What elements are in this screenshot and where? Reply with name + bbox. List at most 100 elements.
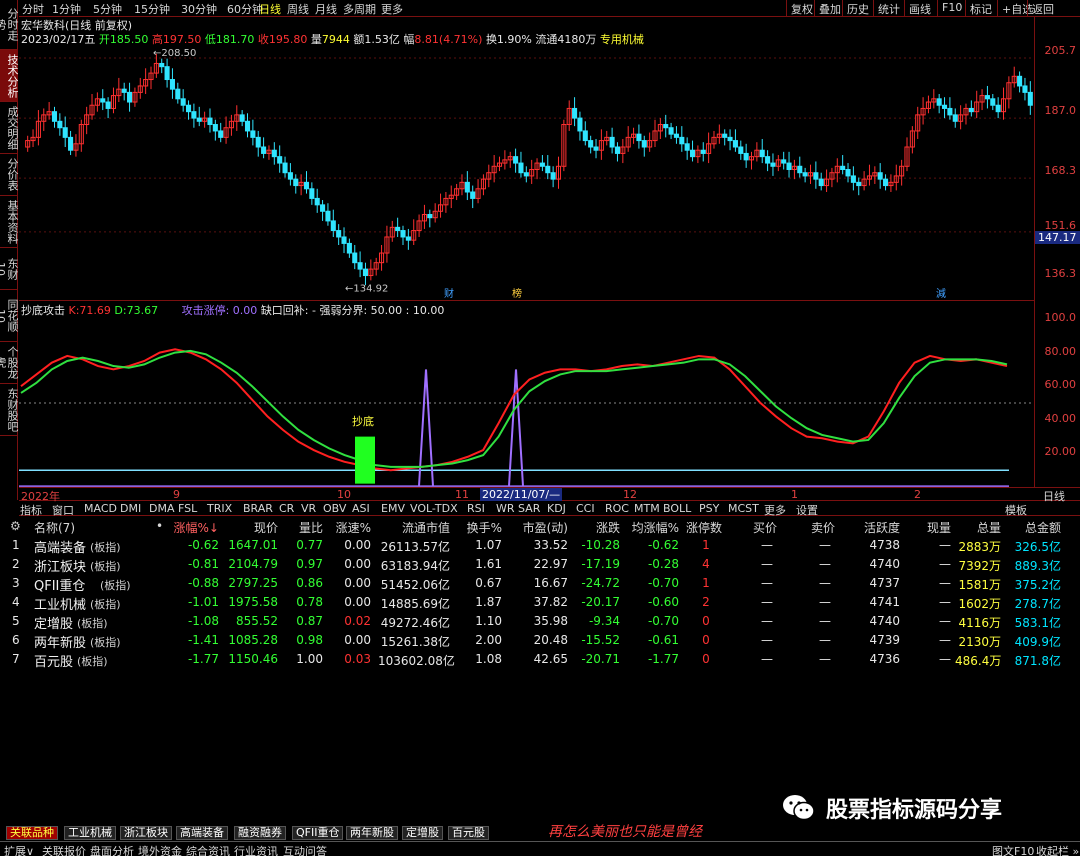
column-header-3[interactable]: 现价 xyxy=(224,519,278,536)
event-label-1[interactable]: 榜 xyxy=(512,287,522,300)
indicator-tab-22[interactable]: PSY xyxy=(699,502,719,515)
indicator-tab-21[interactable]: BOLL xyxy=(663,502,691,515)
indicator-tab-23[interactable]: MCST xyxy=(728,502,759,515)
left-tab-6[interactable]: 同花顺10 xyxy=(0,290,19,342)
sector-tab-2[interactable]: 浙江板块 xyxy=(120,826,172,840)
table-row[interactable]: 3 QFII重仓 (板指) -0.88 2797.25 0.86 0.00 51452.06亿… xyxy=(0,574,1080,594)
toolbar-button-2[interactable]: 历史 xyxy=(842,0,873,17)
sector-tab-0[interactable]: 关联品种 xyxy=(6,826,58,840)
period-tab-0[interactable]: 分时 xyxy=(22,1,44,17)
table-row[interactable]: 1 高端装备 (板指) -0.62 1647.01 0.77 0.00 26113.57亿 1.… xyxy=(0,536,1080,556)
bottom-link-1[interactable]: 关联报价 xyxy=(42,843,86,856)
table-row[interactable]: 4 工业机械 (板指) -1.01 1975.58 0.78 0.00 14885.69亿 1.… xyxy=(0,593,1080,613)
table-row[interactable]: 2 浙江板块 (板指) -0.81 2104.79 0.97 0.00 63183.94亿 1.… xyxy=(0,555,1080,575)
indicator-tab-12[interactable]: EMV xyxy=(381,502,405,515)
indicator-tab-2[interactable]: MACD xyxy=(84,502,117,515)
left-tab-2[interactable]: 成交明细 xyxy=(0,102,19,154)
sector-tab-8[interactable]: 百元股 xyxy=(448,826,489,840)
bottom-link-2[interactable]: 盘面分析 xyxy=(90,843,134,856)
sector-tab-3[interactable]: 高端装备 xyxy=(176,826,228,840)
column-header-12[interactable]: 买价 xyxy=(745,519,785,536)
period-tab-9[interactable]: 多周期 xyxy=(343,1,376,17)
column-header-7[interactable]: 换手% xyxy=(455,519,502,536)
left-tab-5[interactable]: 东财10 xyxy=(0,248,19,290)
column-header-11[interactable]: 涨停数 xyxy=(682,519,726,536)
sector-tab-5[interactable]: QFII重仓 xyxy=(292,826,344,840)
table-row[interactable]: 7 百元股 (板指) -1.77 1150.46 1.00 0.03 103602.08亿 1.… xyxy=(0,650,1080,670)
column-header-6[interactable]: 流通市值 xyxy=(378,519,450,536)
toolbar-button-0[interactable]: 复权 xyxy=(786,0,817,17)
indicator-tab-5[interactable]: FSL xyxy=(178,502,197,515)
sector-tab-6[interactable]: 两年新股 xyxy=(346,826,398,840)
indicator-tab-7[interactable]: BRAR xyxy=(243,502,273,515)
bottom-link-6[interactable]: 互动问答 xyxy=(283,843,327,856)
indicator-tab-13[interactable]: VOL-TDX xyxy=(410,502,458,515)
toolbar-button-1[interactable]: 叠加 xyxy=(814,0,845,17)
table-row[interactable]: 5 定增股 (板指) -1.08 855.52 0.87 0.02 49272.46亿 1.10… xyxy=(0,612,1080,632)
toolbar-button-8[interactable]: 返回 xyxy=(1027,0,1058,17)
table-row[interactable]: 6 两年新股 (板指) -1.41 1085.28 0.98 0.00 15261.38亿 2.… xyxy=(0,631,1080,651)
period-tab-4[interactable]: 30分钟 xyxy=(181,1,217,17)
indicator-tab-3[interactable]: DMI xyxy=(120,502,141,515)
bottom-link-3[interactable]: 境外资金 xyxy=(138,843,182,856)
indicator-tab-25[interactable]: 设置 xyxy=(796,502,818,518)
left-tab-8[interactable]: 东财股吧 xyxy=(0,384,19,436)
indicator-tab-24[interactable]: 更多 xyxy=(764,502,786,518)
template-button[interactable]: 模板 xyxy=(1005,502,1027,518)
gear-icon[interactable]: ⚙ xyxy=(10,519,21,533)
left-tab-7[interactable]: 个股龙虎 xyxy=(0,342,19,384)
period-tab-7[interactable]: 周线 xyxy=(287,1,309,17)
indicator-tab-18[interactable]: CCI xyxy=(576,502,595,515)
sector-tab-4[interactable]: 融资融券 xyxy=(234,826,286,840)
column-header-1[interactable]: • xyxy=(156,519,163,533)
left-tab-3[interactable]: 分价表 xyxy=(0,154,19,196)
indicator-tab-10[interactable]: OBV xyxy=(323,502,346,515)
indicator-tab-14[interactable]: RSI xyxy=(467,502,485,515)
sector-tab-1[interactable]: 工业机械 xyxy=(64,826,116,840)
indicator-tab-0[interactable]: 指标 xyxy=(20,502,42,518)
column-header-17[interactable]: 总金额 xyxy=(1005,519,1061,536)
event-label-2[interactable]: 減 xyxy=(936,287,946,300)
toolbar-button-4[interactable]: 画线 xyxy=(904,0,935,17)
indicator-tab-4[interactable]: DMA xyxy=(149,502,175,515)
column-header-5[interactable]: 涨速% xyxy=(330,519,371,536)
indicator-tab-15[interactable]: WR xyxy=(496,502,515,515)
toolbar-button-3[interactable]: 统计 xyxy=(873,0,904,17)
column-header-16[interactable]: 总量 xyxy=(955,519,1001,536)
column-header-0[interactable]: 名称(7) xyxy=(34,519,75,536)
bottom-link-5[interactable]: 行业资讯 xyxy=(234,843,278,856)
toolbar-button-5[interactable]: F10 xyxy=(937,0,966,17)
column-header-14[interactable]: 活跃度 xyxy=(852,519,900,536)
indicator-tab-16[interactable]: SAR xyxy=(518,502,540,515)
column-header-2[interactable]: 涨幅%↓ xyxy=(170,519,219,536)
bottom-link-0[interactable]: 扩展∨ xyxy=(4,843,34,856)
left-tab-1[interactable]: 技术分析 xyxy=(0,50,19,102)
toolbar-button-6[interactable]: 标记 xyxy=(965,0,996,17)
indicator-tab-17[interactable]: KDJ xyxy=(547,502,566,515)
bottom-right-1[interactable]: 收起栏 » xyxy=(1036,843,1079,856)
period-tab-3[interactable]: 15分钟 xyxy=(134,1,170,17)
period-tab-6[interactable]: 日线 xyxy=(259,1,281,17)
indicator-tab-6[interactable]: TRIX xyxy=(207,502,232,515)
indicator-tab-20[interactable]: MTM xyxy=(634,502,660,515)
period-tab-2[interactable]: 5分钟 xyxy=(93,1,122,17)
column-header-15[interactable]: 现量 xyxy=(905,519,951,536)
event-label-0[interactable]: 财 xyxy=(444,287,454,300)
column-header-10[interactable]: 均涨幅% xyxy=(625,519,679,536)
bottom-link-4[interactable]: 综合资讯 xyxy=(186,843,230,856)
indicator-tab-1[interactable]: 窗口 xyxy=(52,502,74,518)
indicator-tab-8[interactable]: CR xyxy=(279,502,294,515)
indicator-tab-11[interactable]: ASI xyxy=(352,502,370,515)
left-tab-4[interactable]: 基本资料 xyxy=(0,196,19,248)
period-tab-10[interactable]: 更多 xyxy=(381,1,403,17)
indicator-tab-9[interactable]: VR xyxy=(301,502,316,515)
sector-tab-7[interactable]: 定增股 xyxy=(402,826,443,840)
column-header-13[interactable]: 卖价 xyxy=(803,519,843,536)
period-tab-5[interactable]: 60分钟 xyxy=(227,1,263,17)
period-tab-8[interactable]: 月线 xyxy=(315,1,337,17)
period-tab-1[interactable]: 1分钟 xyxy=(52,1,81,17)
indicator-tab-19[interactable]: ROC xyxy=(605,502,629,515)
bottom-right-0[interactable]: 图文F10 xyxy=(992,843,1034,856)
column-header-4[interactable]: 量比 xyxy=(281,519,323,536)
left-tab-0[interactable]: 分时走势 xyxy=(0,0,19,50)
